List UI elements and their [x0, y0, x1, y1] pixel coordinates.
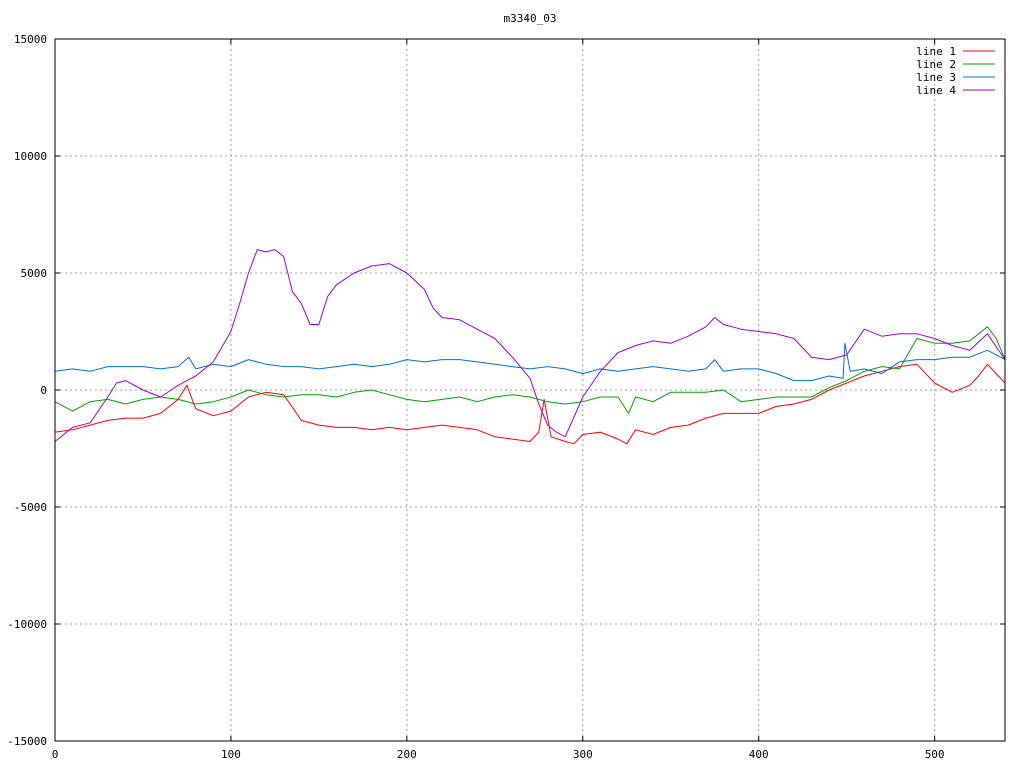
y-tick-label: 15000	[14, 33, 47, 46]
chart-title: m3340_03	[504, 12, 557, 25]
x-tick-label: 100	[221, 748, 241, 761]
x-tick-label: 0	[52, 748, 59, 761]
y-tick-label: 0	[40, 384, 47, 397]
x-tick-label: 500	[925, 748, 945, 761]
y-tick-label: 5000	[21, 267, 48, 280]
line-chart: 0 100 200 300 400 500 -15000 -10000 -5000 0 5000 10…	[0, 0, 1024, 768]
legend-label: line 2	[916, 58, 956, 71]
y-tick-label: 10000	[14, 150, 47, 163]
y-tick-label: -15000	[7, 735, 47, 748]
legend-label: line 1	[916, 45, 956, 58]
y-tick-label: -5000	[14, 501, 47, 514]
y-tick-label: -10000	[7, 618, 47, 631]
legend-label: line 3	[916, 71, 956, 84]
x-tick-label: 300	[573, 748, 593, 761]
legend-label: line 4	[916, 84, 956, 97]
x-tick-label: 400	[749, 748, 769, 761]
x-tick-label: 200	[397, 748, 417, 761]
chart-background	[0, 0, 1024, 768]
